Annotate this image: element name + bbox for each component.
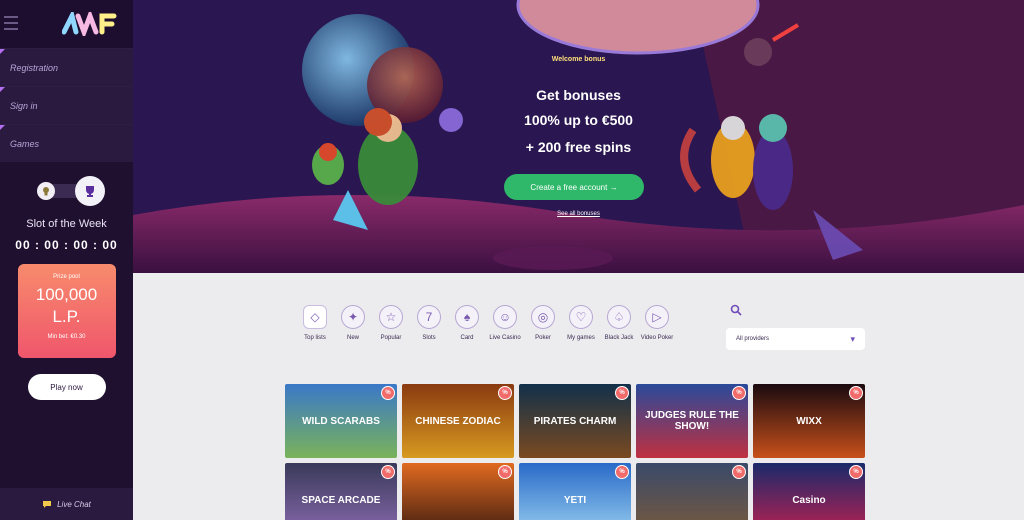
- game-tile[interactable]: WIXX %: [753, 384, 865, 458]
- game-tile[interactable]: CHINESE ZODIAC %: [402, 384, 514, 458]
- category-my-games[interactable]: ♡ My games: [562, 305, 600, 341]
- chip-icon: ◎: [531, 305, 555, 329]
- countdown-timer: 00 : 00 : 00 : 00: [15, 238, 118, 252]
- category-label: New: [346, 335, 359, 341]
- badge-icon: %: [381, 465, 395, 479]
- game-title: CHINESE ZODIAC: [415, 415, 501, 427]
- search-icon[interactable]: [730, 304, 742, 319]
- category-poker[interactable]: ◎ Poker: [524, 305, 562, 341]
- sidebar: Registration Sign in Games Slot of the W…: [0, 0, 133, 520]
- menu-icon[interactable]: [4, 16, 18, 34]
- badge-icon: %: [849, 386, 863, 400]
- logo-bar: [0, 0, 133, 48]
- see-all-bonuses-link[interactable]: See all bonuses: [133, 211, 1024, 217]
- trophy-icon[interactable]: [74, 176, 105, 206]
- medal-icon[interactable]: [36, 182, 55, 200]
- sidebar-item-games[interactable]: Games: [0, 124, 133, 162]
- slots-icon: 7: [417, 305, 441, 329]
- sidebar-item-registration[interactable]: Registration: [0, 48, 133, 86]
- prize-pool-amount: 100,000 L.P.: [35, 285, 98, 326]
- hero-illustration: [133, 0, 1024, 273]
- play-icon: ▷: [645, 305, 669, 329]
- game-tile[interactable]: SPACE ARCADE %: [285, 463, 397, 520]
- games-grid: WILD SCARABS % CHINESE ZODIAC % PIRATES CH…: [285, 384, 865, 520]
- prize-pool-label: Prize pool: [53, 274, 80, 280]
- slot-week-title: Slot of the Week: [26, 218, 107, 230]
- game-tile[interactable]: %: [402, 463, 514, 520]
- game-title: WIXX: [796, 415, 822, 427]
- star-icon: ☆: [379, 305, 403, 329]
- category-label: Popular: [380, 335, 402, 341]
- category-card[interactable]: ♠ Card: [448, 305, 486, 341]
- spade-icon: ♤: [607, 305, 631, 329]
- providers-value: All providers: [736, 336, 770, 342]
- category-label: Black Jack: [604, 335, 634, 341]
- category-popular[interactable]: ☆ Popular: [372, 305, 410, 341]
- chat-icon: [43, 500, 52, 508]
- badge-icon: %: [615, 465, 629, 479]
- providers-select[interactable]: All providers ▾: [726, 328, 865, 350]
- logo[interactable]: [62, 12, 118, 36]
- new-icon: ✦: [341, 305, 365, 329]
- play-now-button[interactable]: Play now: [27, 374, 106, 400]
- category-label: Live Casino: [489, 335, 521, 341]
- create-account-button[interactable]: Create a free account →: [504, 174, 644, 200]
- category-label: Video Poker: [640, 335, 674, 341]
- game-tile[interactable]: %: [636, 463, 748, 520]
- game-title: YETI: [563, 494, 587, 506]
- badge-icon: %: [498, 465, 512, 479]
- slot-toggle[interactable]: [31, 176, 105, 206]
- game-title: WILD SCARABS: [302, 415, 380, 427]
- game-tile[interactable]: WILD SCARABS %: [285, 384, 397, 458]
- category-video-poker[interactable]: ▷ Video Poker: [638, 305, 676, 341]
- game-tile[interactable]: JUDGES RULE THE SHOW! %: [636, 384, 748, 458]
- game-tile[interactable]: PIRATES CHARM %: [519, 384, 631, 458]
- badge-icon: %: [849, 465, 863, 479]
- game-title: SPACE ARCADE: [301, 494, 381, 506]
- category-live-casino[interactable]: ☺ Live Casino: [486, 305, 524, 341]
- category-label: Poker: [535, 335, 551, 341]
- sidebar-item-sign-in[interactable]: Sign in: [0, 86, 133, 124]
- category-top-lists[interactable]: ◇ Top lists: [296, 305, 334, 341]
- hero-heading: Get bonuses: [536, 87, 621, 103]
- hero-banner: Welcome bonus Get bonuses 100% up to €50…: [133, 0, 1024, 273]
- live-chat-label: Live Chat: [57, 499, 91, 509]
- badge-icon: %: [732, 465, 746, 479]
- hero-free-spins: + 200 free spins: [525, 139, 632, 155]
- game-title: Casino: [792, 494, 826, 506]
- diamond-icon: ◇: [303, 305, 327, 329]
- badge-icon: %: [381, 386, 395, 400]
- prize-pool-card: Prize pool 100,000 L.P. Min bet: €0.30: [17, 264, 116, 358]
- badge-icon: %: [615, 386, 629, 400]
- dealer-icon: ☺: [493, 305, 517, 329]
- heart-icon: ♡: [569, 305, 593, 329]
- category-label: Slots: [422, 335, 436, 341]
- game-tile[interactable]: Casino %: [753, 463, 865, 520]
- slot-of-the-week: Slot of the Week 00 : 00 : 00 : 00 Prize…: [0, 162, 133, 400]
- badge-icon: %: [732, 386, 746, 400]
- category-label: Top lists: [304, 335, 326, 341]
- category-bar: ◇ Top lists ✦ New ☆ Popular 7 Slots ♠ Card ☺ …: [296, 305, 676, 341]
- hero-bonus-percent: 100% up to €500: [524, 112, 633, 128]
- min-bet: Min bet: €0.30: [47, 334, 86, 340]
- chevron-down-icon: ▾: [850, 333, 855, 344]
- game-title: PIRATES CHARM: [533, 415, 617, 427]
- category-black-jack[interactable]: ♤ Black Jack: [600, 305, 638, 341]
- game-tile[interactable]: YETI %: [519, 463, 631, 520]
- card-icon: ♠: [455, 305, 479, 329]
- category-label: My games: [567, 335, 595, 341]
- welcome-bonus-label: Welcome bonus: [551, 56, 606, 63]
- category-label: Card: [460, 335, 474, 341]
- live-chat-button[interactable]: Live Chat: [0, 488, 133, 520]
- category-slots[interactable]: 7 Slots: [410, 305, 448, 341]
- game-title: JUDGES RULE THE SHOW!: [645, 410, 739, 432]
- badge-icon: %: [498, 386, 512, 400]
- category-new[interactable]: ✦ New: [334, 305, 372, 341]
